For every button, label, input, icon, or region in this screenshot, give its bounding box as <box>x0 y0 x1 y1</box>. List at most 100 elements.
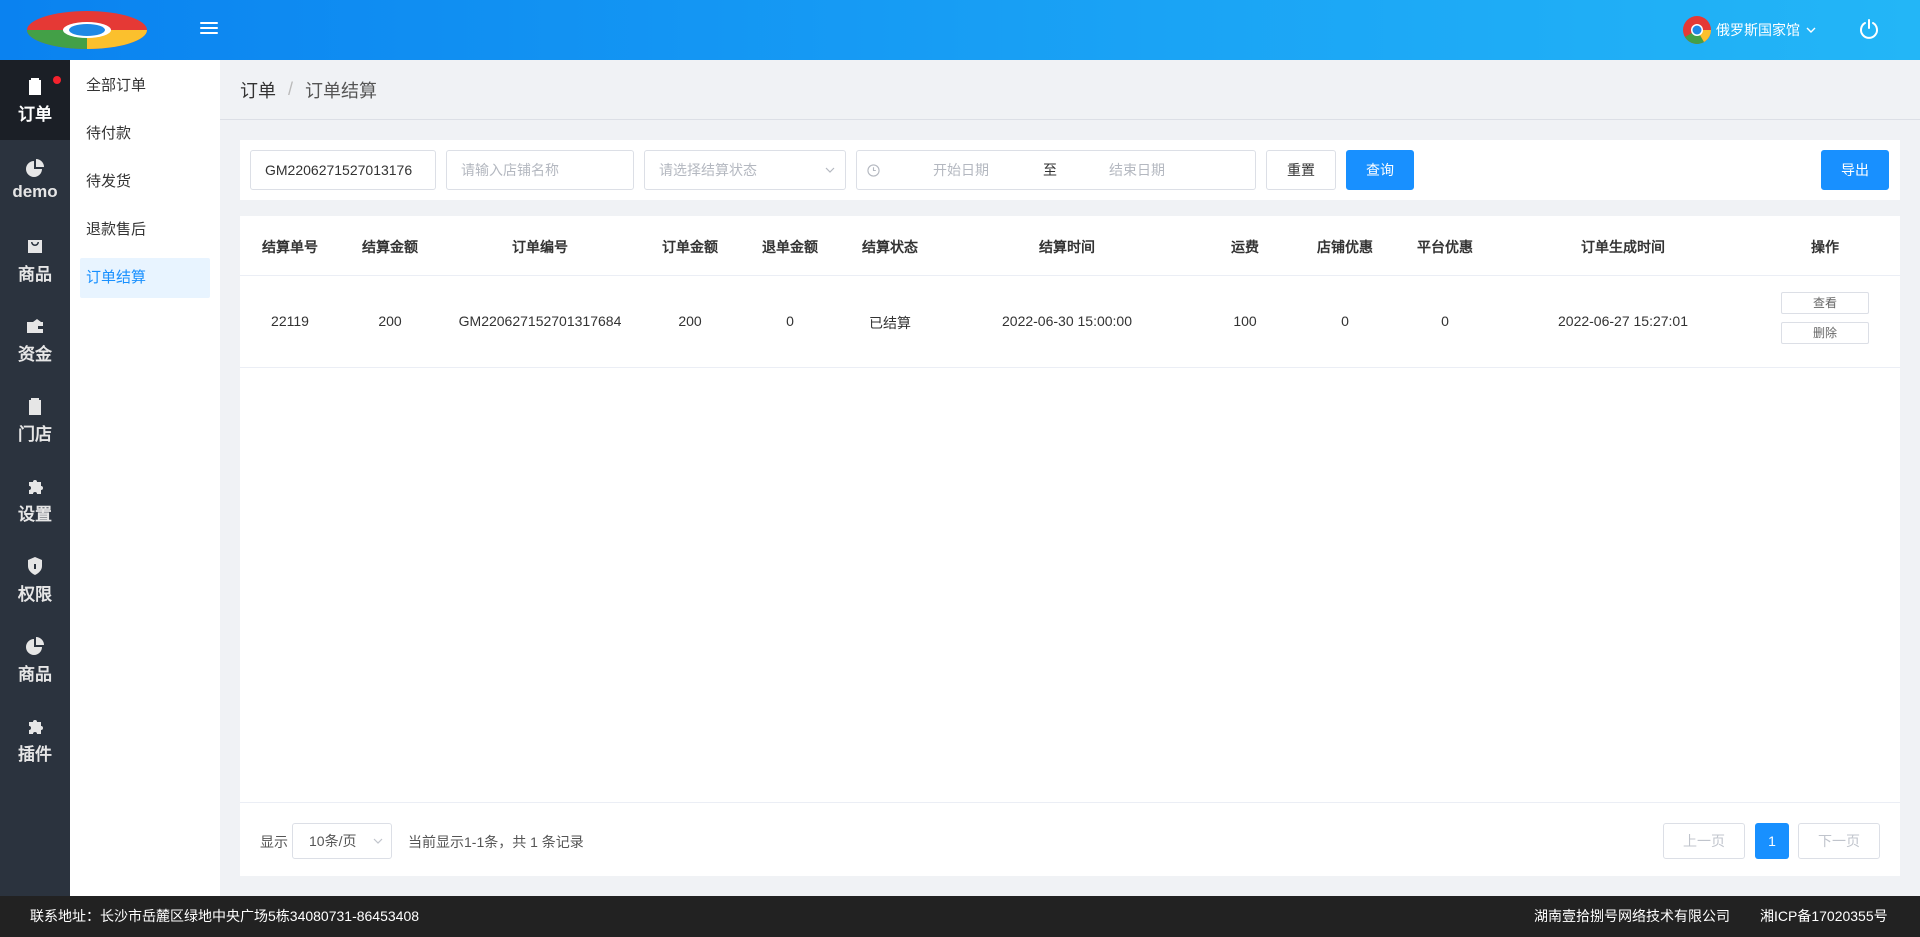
pie-chart-icon <box>26 159 44 177</box>
main-nav: 订单 demo 商品 资金 门店 设置 权限 商品 插件 <box>0 60 70 896</box>
col-settlement-no: 结算单号 <box>262 239 318 255</box>
nav-label: 资金 <box>18 344 52 364</box>
date-range-separator: 至 <box>1043 162 1057 178</box>
query-button[interactable]: 查询 <box>1346 150 1414 190</box>
end-date-placeholder: 结束日期 <box>1109 162 1165 178</box>
nav-label: demo <box>12 182 58 201</box>
breadcrumb: 订单 / 订单结算 <box>220 60 1920 120</box>
nav-label: 订单 <box>18 104 52 124</box>
store-name: 俄罗斯国家馆 <box>1716 22 1800 38</box>
cell-settlement-no: 22119 <box>271 313 309 329</box>
pie-chart-icon <box>26 636 44 655</box>
puzzle-icon <box>29 719 43 734</box>
breadcrumb-current: 订单结算 <box>305 80 378 101</box>
submenu-item-settlement[interactable]: 订单结算 <box>80 258 210 298</box>
col-settlement-amount: 结算金额 <box>362 239 418 255</box>
clipboard-list-icon <box>29 397 41 415</box>
pagination-summary: 当前显示1-1条，共 1 条记录 <box>408 834 584 850</box>
nav-label: 商品 <box>18 264 52 284</box>
breadcrumb-parent[interactable]: 订单 <box>240 77 276 103</box>
submenu-item-refunds[interactable]: 退款售后 <box>80 210 210 250</box>
clock-icon <box>867 164 880 177</box>
prev-page-button[interactable]: 上一页 <box>1663 823 1745 859</box>
filter-bar: 请选择结算状态 开始日期 至 结束日期 重置 查询 导出 <box>240 140 1900 200</box>
nav-label: 权限 <box>18 584 52 604</box>
store-name-input[interactable] <box>446 150 634 190</box>
nav-item-permissions[interactable]: 权限 <box>0 540 70 620</box>
nav-label: 插件 <box>18 744 52 764</box>
page-size-label: 显示 <box>260 834 288 850</box>
submenu-item-pending-payment[interactable]: 待付款 <box>80 114 210 154</box>
shield-icon <box>28 556 42 575</box>
order-submenu: 全部订单 待付款 待发货 退款售后 订单结算 <box>70 60 220 896</box>
nav-item-orders[interactable]: 订单 <box>0 60 70 140</box>
table-row: 22119 200 GM220627152701317684 200 0 已结算… <box>240 276 1900 368</box>
col-refund-amount: 退单金额 <box>762 239 818 255</box>
col-settlement-time: 结算时间 <box>1039 239 1095 255</box>
cell-settlement-amount: 200 <box>378 313 402 329</box>
menu-toggle-icon[interactable] <box>198 19 220 39</box>
nav-item-settings[interactable]: 设置 <box>0 460 70 540</box>
cell-store-discount: 0 <box>1341 313 1349 329</box>
settlement-table: 结算单号 结算金额 订单编号 订单金额 退单金额 结算状态 结算时间 运费 店铺… <box>240 216 1900 876</box>
breadcrumb-separator: / <box>288 79 294 99</box>
page-number-button[interactable]: 1 <box>1755 823 1789 859</box>
nav-item-funds[interactable]: 资金 <box>0 300 70 380</box>
chevron-down-icon <box>1806 27 1816 33</box>
delete-button[interactable]: 删除 <box>1781 322 1869 344</box>
footer-address: 联系地址：长沙市岳麓区绿地中央广场5栋34080731-86453408 <box>30 908 420 924</box>
col-settlement-status: 结算状态 <box>862 239 918 255</box>
col-actions: 操作 <box>1811 239 1839 255</box>
cell-order-created-time: 2022-06-27 15:27:01 <box>1558 313 1688 329</box>
col-store-discount: 店铺优惠 <box>1317 239 1373 255</box>
status-select-placeholder: 请选择结算状态 <box>659 162 757 178</box>
nav-item-goods[interactable]: 商品 <box>0 220 70 300</box>
cell-order-amount: 200 <box>678 313 702 329</box>
settlement-status-select[interactable]: 请选择结算状态 <box>644 150 846 190</box>
next-page-button[interactable]: 下一页 <box>1798 823 1880 859</box>
footer-icp[interactable]: 湘ICP备17020355号 <box>1760 896 1888 937</box>
reset-button[interactable]: 重置 <box>1266 150 1336 190</box>
submenu-item-all-orders[interactable]: 全部订单 <box>80 66 210 106</box>
nav-item-demo[interactable]: demo <box>0 140 70 220</box>
pagination: 显示 10条/页 当前显示1-1条，共 1 条记录 上一页 1 下一页 <box>240 802 1900 876</box>
puzzle-icon <box>29 479 43 494</box>
cell-settlement-time: 2022-06-30 15:00:00 <box>1002 313 1132 329</box>
nav-item-goods-2[interactable]: 商品 <box>0 620 70 700</box>
cell-settlement-status: 已结算 <box>869 315 911 331</box>
power-icon[interactable] <box>1858 18 1880 40</box>
col-order-amount: 订单金额 <box>662 239 718 255</box>
cell-freight: 100 <box>1233 313 1257 329</box>
order-no-input[interactable] <box>250 150 436 190</box>
nav-item-stores[interactable]: 门店 <box>0 380 70 460</box>
nav-label: 设置 <box>18 504 52 524</box>
col-order-no: 订单编号 <box>512 239 568 255</box>
col-freight: 运费 <box>1231 239 1259 255</box>
view-button[interactable]: 查看 <box>1781 292 1869 314</box>
table-header: 结算单号 结算金额 订单编号 订单金额 退单金额 结算状态 结算时间 运费 店铺… <box>240 216 1900 276</box>
notification-dot <box>53 76 61 84</box>
col-platform-discount: 平台优惠 <box>1417 239 1473 255</box>
bag-icon <box>28 239 42 253</box>
store-avatar-icon <box>1683 16 1711 44</box>
wallet-icon <box>27 318 43 333</box>
cell-refund-amount: 0 <box>786 313 794 329</box>
nav-label: 门店 <box>18 424 52 444</box>
submenu-item-pending-shipment[interactable]: 待发货 <box>80 162 210 202</box>
cell-order-no: GM220627152701317684 <box>458 313 622 329</box>
nav-label: 商品 <box>18 664 52 684</box>
chevron-down-icon <box>373 838 383 844</box>
footer-company: 湖南壹拾捌号网络技术有限公司 <box>1534 908 1730 924</box>
store-switcher[interactable]: 俄罗斯国家馆 <box>1682 14 1816 46</box>
footer: 联系地址：长沙市岳麓区绿地中央广场5栋34080731-86453408 湖南壹… <box>0 896 1920 937</box>
brand-logo-icon[interactable] <box>26 10 148 50</box>
nav-item-plugins[interactable]: 插件 <box>0 700 70 780</box>
clipboard-icon <box>29 77 41 95</box>
top-header: 俄罗斯国家馆 <box>0 0 1920 60</box>
date-range-picker[interactable]: 开始日期 至 结束日期 <box>856 150 1256 190</box>
col-order-created-time: 订单生成时间 <box>1581 239 1665 255</box>
chevron-down-icon <box>825 167 835 173</box>
page-size-select[interactable]: 10条/页 <box>292 823 392 859</box>
start-date-placeholder: 开始日期 <box>933 162 989 178</box>
export-button[interactable]: 导出 <box>1821 150 1889 190</box>
